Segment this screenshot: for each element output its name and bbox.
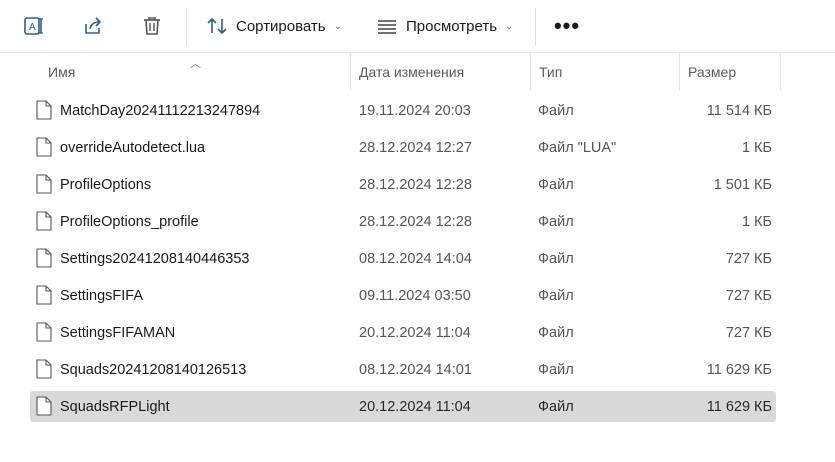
file-type: Файл — [538, 176, 574, 193]
chevron-down-icon: ⌄ — [333, 20, 343, 32]
file-row[interactable]: Settings20241208140446353 08.12.2024 14:… — [30, 243, 776, 274]
file-name: Settings20241208140446353 — [60, 250, 250, 267]
trash-icon — [141, 15, 163, 37]
file-date: 19.11.2024 20:03 — [359, 102, 471, 119]
file-icon — [36, 359, 52, 384]
file-type: Файл "LUA" — [538, 139, 617, 156]
column-header-type-label: Тип — [539, 63, 563, 80]
share-icon — [82, 15, 104, 37]
file-row-selected[interactable]: SquadsRFPLight 20.12.2024 11:04 Файл 11 … — [30, 391, 776, 422]
file-icon — [36, 211, 52, 236]
column-header-size[interactable]: Размер — [680, 53, 780, 90]
column-header-size-label: Размер — [688, 63, 737, 80]
column-header-date[interactable]: Дата изменения — [351, 53, 530, 90]
file-row[interactable]: Squads20241208140126513 08.12.2024 14:01… — [30, 354, 776, 385]
delete-button[interactable] — [134, 8, 170, 44]
toolbar-divider — [535, 8, 536, 46]
file-name: SettingsFIFA — [60, 287, 144, 304]
file-icon — [36, 174, 52, 199]
file-icon — [36, 285, 52, 310]
file-size: 1 КБ — [741, 139, 772, 156]
column-header-row: ︿ Имя Дата изменения Тип Размер — [0, 53, 835, 90]
file-icon — [36, 322, 52, 347]
file-icon — [36, 137, 52, 162]
view-button[interactable]: Просмотреть ⌄ — [372, 8, 522, 44]
column-header-type[interactable]: Тип — [531, 53, 679, 90]
share-button[interactable] — [75, 8, 111, 44]
file-row[interactable]: SettingsFIFA 09.11.2024 03:50 Файл 727 К… — [30, 280, 776, 311]
file-type: Файл — [538, 398, 574, 415]
file-size: 11 629 КБ — [706, 398, 772, 415]
file-name: SquadsRFPLight — [60, 398, 170, 415]
file-date: 28.12.2024 12:28 — [359, 176, 472, 193]
file-size: 1 501 КБ — [713, 176, 772, 193]
file-date: 20.12.2024 11:04 — [359, 324, 471, 341]
file-size: 727 КБ — [725, 324, 772, 341]
file-row[interactable]: ProfileOptions 28.12.2024 12:28 Файл 1 5… — [30, 169, 776, 200]
file-row[interactable]: ProfileOptions_profile 28.12.2024 12:28 … — [30, 206, 776, 237]
file-size: 1 КБ — [741, 213, 772, 230]
file-type: Файл — [538, 102, 574, 119]
file-icon — [36, 396, 52, 421]
file-date: 28.12.2024 12:28 — [359, 213, 472, 230]
file-name: MatchDay20241112213247894 — [60, 102, 261, 119]
file-size: 727 КБ — [725, 287, 772, 304]
column-header-name-label: Имя — [48, 63, 76, 80]
column-divider[interactable] — [780, 53, 781, 90]
chevron-down-icon: ⌄ — [505, 20, 514, 32]
rename-button[interactable]: A — [16, 8, 52, 44]
file-row[interactable]: SettingsFIFAMAN 20.12.2024 11:04 Файл 72… — [30, 317, 776, 348]
file-date: 20.12.2024 11:04 — [359, 398, 471, 415]
file-date: 28.12.2024 12:27 — [359, 139, 472, 156]
file-name: Squads20241208140126513 — [60, 361, 247, 378]
file-date: 08.12.2024 14:04 — [359, 250, 472, 267]
list-view-icon — [376, 15, 398, 37]
file-row[interactable]: MatchDay20241112213247894 19.11.2024 20:… — [30, 95, 776, 126]
file-size: 727 КБ — [725, 250, 772, 267]
file-type: Файл — [538, 324, 574, 341]
file-icon — [36, 100, 52, 125]
rename-icon: A — [23, 15, 45, 37]
more-icon: ••• — [553, 13, 581, 38]
command-bar: A Сортировать ⌄ Просмотреть ⌄ ••• — [0, 0, 835, 53]
file-size: 11 514 КБ — [706, 102, 772, 119]
file-row[interactable]: overrideAutodetect.lua 28.12.2024 12:27 … — [30, 132, 776, 163]
file-name: ProfileOptions — [60, 176, 152, 193]
sort-button[interactable]: Сортировать ⌄ — [200, 8, 350, 44]
file-name: SettingsFIFAMAN — [60, 324, 176, 341]
toolbar-divider — [186, 8, 187, 46]
file-date: 09.11.2024 03:50 — [359, 287, 471, 304]
file-type: Файл — [538, 213, 574, 230]
svg-text:A: A — [29, 22, 36, 33]
view-label: Просмотреть — [406, 17, 498, 35]
file-type: Файл — [538, 287, 574, 304]
column-header-name[interactable]: Имя — [40, 53, 350, 90]
file-name: ProfileOptions_profile — [60, 213, 199, 230]
file-name: overrideAutodetect.lua — [60, 139, 206, 156]
more-options-button[interactable]: ••• — [548, 8, 586, 44]
sort-icon — [206, 15, 228, 37]
file-type: Файл — [538, 250, 574, 267]
sort-label: Сортировать — [236, 17, 326, 35]
file-date: 08.12.2024 14:01 — [359, 361, 472, 378]
column-header-date-label: Дата изменения — [359, 63, 465, 80]
file-type: Файл — [538, 361, 574, 378]
file-size: 11 629 КБ — [706, 361, 772, 378]
file-icon — [36, 248, 52, 273]
